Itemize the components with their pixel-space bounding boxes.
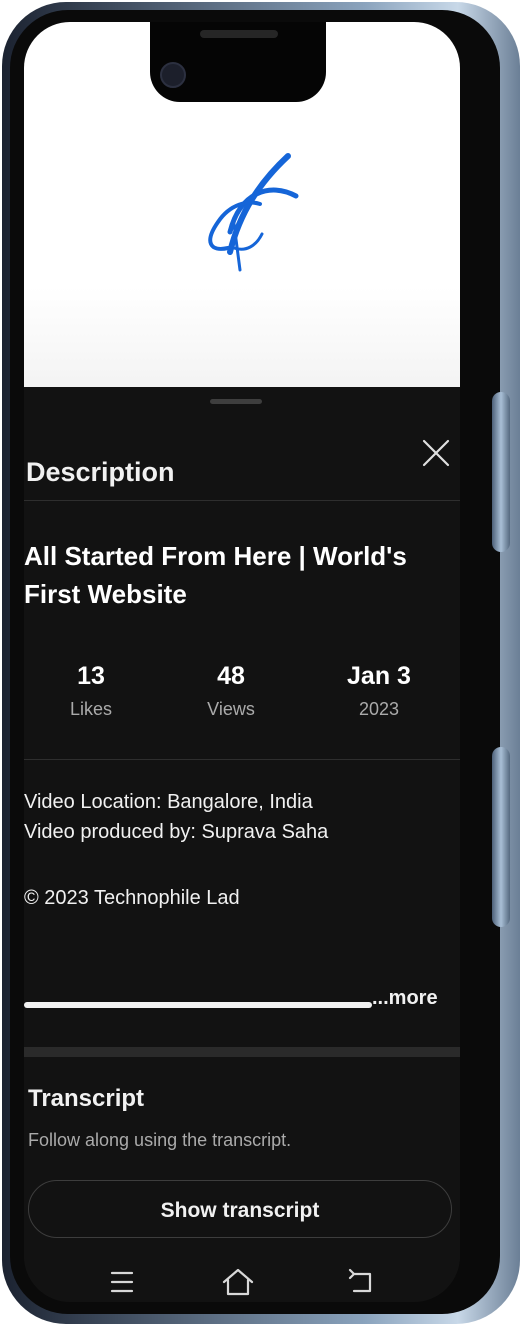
phone-screen: Description All Started From Here | Worl…	[24, 22, 460, 1302]
views-stat: 48 Views	[166, 662, 296, 720]
likes-stat: 13 Likes	[26, 662, 156, 720]
views-label: Views	[207, 699, 255, 719]
stats-row: 13 Likes 48 Views Jan 3 2023	[24, 662, 460, 742]
sheet-title: Description	[26, 457, 175, 487]
more-link[interactable]: ...more	[372, 987, 438, 1010]
transcript-subtitle: Follow along using the transcript.	[28, 1130, 292, 1150]
producer-line: Video produced by: Suprava Saha	[24, 821, 329, 843]
section-separator	[24, 1047, 460, 1057]
show-transcript-button[interactable]: Show transcript	[28, 1180, 452, 1238]
likes-count: 13	[77, 662, 105, 690]
date-stat: Jan 3 2023	[314, 662, 444, 720]
publish-date: Jan 3	[347, 662, 411, 690]
header-divider	[24, 500, 460, 501]
location-line: Video Location: Bangalore, India	[24, 791, 313, 813]
system-nav-bar	[24, 1252, 460, 1302]
front-camera	[160, 62, 186, 88]
side-button-upper	[492, 392, 510, 552]
home-icon[interactable]	[218, 1264, 258, 1300]
side-button-lower	[492, 747, 510, 927]
video-title: All Started From Here | World's First We…	[24, 541, 407, 609]
stats-divider	[24, 759, 460, 760]
drag-handle[interactable]	[210, 399, 262, 404]
copyright-text: © 2023 Technophile Lad	[24, 887, 240, 909]
publish-year: 2023	[358, 699, 400, 719]
transcript-title: Transcript	[28, 1085, 145, 1112]
views-count: 48	[217, 662, 245, 690]
description-progress-bar	[24, 1002, 372, 1008]
channel-logo-icon	[208, 153, 299, 272]
description-body: Video Location: Bangalore, India Video p…	[24, 787, 444, 847]
likes-label: Likes	[69, 699, 113, 719]
phone-frame: Description All Started From Here | Worl…	[2, 2, 520, 1324]
description-sheet: Description All Started From Here | Worl…	[24, 387, 460, 1302]
menu-icon[interactable]	[102, 1264, 142, 1300]
camera-notch	[150, 22, 326, 102]
back-icon[interactable]	[342, 1264, 382, 1300]
speaker-grille	[200, 30, 278, 38]
close-icon[interactable]	[418, 435, 454, 471]
